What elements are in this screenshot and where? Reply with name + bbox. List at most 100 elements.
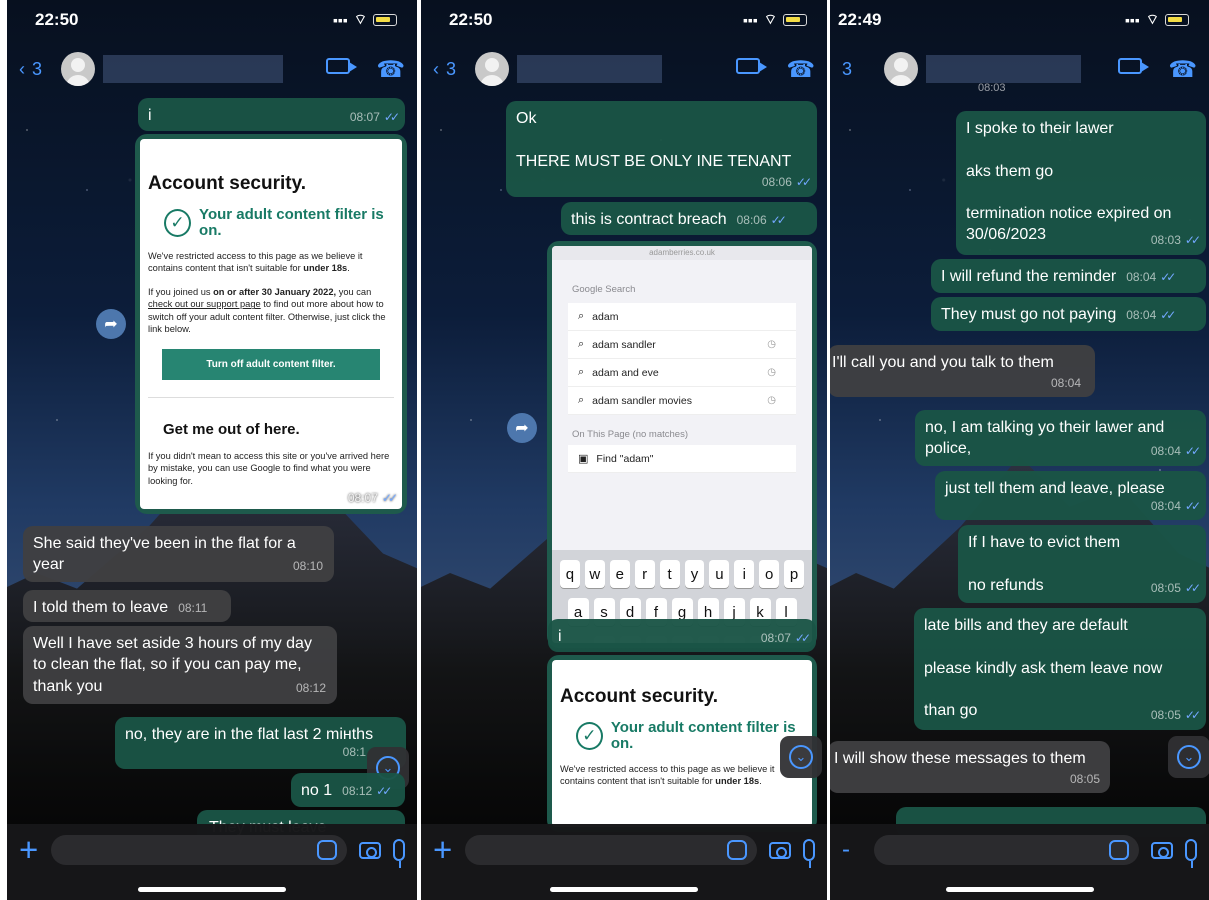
screenshot-message[interactable]: Account security. ✓ Your adult content fil…	[135, 134, 407, 514]
status-bar: 22:49 ▪▪▪ ⌔	[830, 0, 1209, 40]
message-bubble-outgoing[interactable]: just tell them and leave, please 08:04 ✓✓	[935, 471, 1206, 520]
support-link[interactable]: check out our support page	[148, 299, 261, 309]
message-bubble-incoming[interactable]: She said they've been in the flat for a …	[23, 526, 334, 582]
keyboard-key[interactable]: q	[559, 560, 580, 588]
message-text: this is contract breach	[571, 211, 727, 228]
find-on-page-row[interactable]: ▣ Find "adam"	[568, 445, 796, 473]
back-button[interactable]: 3	[842, 59, 884, 80]
keyboard-key[interactable]: y	[684, 560, 705, 588]
home-indicator[interactable]	[550, 887, 698, 892]
read-receipt-icon: ✓✓	[1184, 233, 1201, 248]
message-bubble-outgoing[interactable]: I will refund the reminder 08:04 ✓✓	[931, 259, 1206, 293]
message-bubble-outgoing[interactable]: no, I am talking yo their lawer and poli…	[915, 410, 1206, 466]
suggestion-text: adam sandler	[592, 338, 656, 351]
bold-text: on or after 30 January 2022,	[213, 287, 337, 298]
message-bubble-outgoing[interactable]: i 08:07 ✓✓	[548, 619, 816, 652]
keyboard-key[interactable]: w	[584, 560, 605, 588]
filter-explanation: We've restricted access to this page as …	[148, 250, 394, 275]
suggestion-text: adam and eve	[592, 366, 659, 379]
camera-icon[interactable]	[769, 841, 791, 859]
avatar[interactable]	[61, 52, 95, 86]
microphone-icon[interactable]	[803, 839, 815, 868]
search-suggestion[interactable]: ⌕ adam sandler movies ◷	[568, 387, 796, 415]
microphone-icon[interactable]	[393, 839, 405, 868]
message-list[interactable]: i 08:07 ✓✓ Account security. ✓ Your adult co…	[7, 98, 417, 844]
microphone-icon[interactable]	[1185, 839, 1197, 868]
suggestion-text: adam sandler movies	[592, 394, 692, 407]
scroll-down-button[interactable]: ⌄	[1168, 736, 1209, 778]
search-screenshot-message[interactable]: adamberries.co.uk Google Search ⌕ adam ⌕ adam…	[547, 241, 817, 648]
message-time: 08:04	[1150, 444, 1181, 459]
keyboard-key[interactable]: t	[659, 560, 680, 588]
search-suggestion[interactable]: ⌕ adam sandler ◷	[568, 331, 796, 359]
search-icon: ⌕	[578, 310, 585, 322]
message-time: 08:06	[761, 175, 792, 190]
phone-call-icon[interactable]: ☎	[786, 57, 815, 81]
keyboard-key[interactable]: i	[734, 560, 755, 588]
sticker-icon[interactable]	[317, 840, 337, 860]
keyboard-key[interactable]: u	[709, 560, 730, 588]
message-bubble-outgoing[interactable]: I spoke to their lawer aks them go termina…	[956, 111, 1206, 255]
message-bubble-incoming[interactable]: I told them to leave 08:11	[23, 590, 231, 622]
message-text: I will show these messages to them	[834, 750, 1086, 767]
keyboard-key[interactable]: o	[759, 560, 780, 588]
message-bubble-outgoing[interactable]: They must go not paying 08:04 ✓✓	[931, 297, 1206, 331]
composer-area: +	[421, 824, 827, 900]
video-call-icon[interactable]	[1118, 57, 1150, 74]
back-button[interactable]: ‹ 3	[433, 59, 475, 80]
keyboard-key[interactable]: r	[634, 560, 655, 588]
forward-icon[interactable]: ➦	[507, 413, 537, 443]
message-bubble-outgoing[interactable]: no, they are in the flat last 2 mінths 08…	[115, 717, 406, 769]
keyboard-key[interactable]: e	[609, 560, 630, 588]
camera-icon[interactable]	[359, 841, 381, 859]
message-bubble-incoming[interactable]: I'll call you and you talk to them 08:04	[830, 345, 1095, 397]
unread-count: 3	[446, 58, 457, 79]
phone-call-icon[interactable]: ☎	[1168, 57, 1197, 81]
phone-call-icon[interactable]: ☎	[376, 57, 405, 81]
sticker-icon[interactable]	[727, 840, 747, 860]
message-text: If I have to evict them	[968, 534, 1121, 551]
plus-icon[interactable]: +	[433, 831, 453, 869]
message-bubble-outgoing[interactable]: i 08:07 ✓✓	[138, 98, 405, 131]
wifi-icon: ⌔	[1145, 11, 1159, 27]
sticker-icon[interactable]	[1109, 840, 1129, 860]
plus-icon[interactable]: -	[842, 836, 862, 864]
back-button[interactable]: ‹ 3	[19, 59, 61, 80]
message-bubble-outgoing[interactable]: no 1 08:12 ✓✓	[291, 773, 405, 807]
home-indicator[interactable]	[138, 887, 286, 892]
message-bubble-outgoing[interactable]: this is contract breach 08:06 ✓✓	[561, 202, 817, 235]
camera-icon[interactable]	[1151, 841, 1173, 859]
search-suggestion[interactable]: ⌕ adam	[568, 303, 796, 331]
message-bubble-incoming[interactable]: Well I have set aside 3 hours of my day …	[23, 626, 337, 704]
plus-icon[interactable]: +	[19, 831, 39, 869]
avatar[interactable]	[884, 52, 918, 86]
message-composer: -	[830, 828, 1209, 872]
chat-screen-3: 22:49 ▪▪▪ ⌔ 3 ☎ 08:03 I spoke to their lawe…	[830, 0, 1209, 900]
turn-off-filter-button[interactable]: Turn off adult content filter.	[162, 349, 380, 381]
message-bubble-incoming[interactable]: I will show these messages to them 08:05	[830, 741, 1110, 793]
home-indicator[interactable]	[945, 887, 1094, 892]
search-suggestion[interactable]: ⌕ adam and eve ◷	[568, 359, 796, 387]
search-icon: ⌕	[578, 394, 585, 406]
video-call-icon[interactable]	[326, 57, 358, 74]
read-receipt-icon: ✓✓	[1184, 444, 1201, 459]
message-input[interactable]	[465, 835, 757, 865]
message-bubble-outgoing[interactable]: Ok THERE MUST BE ONLY INE TENANT 08:06 ✓✓	[506, 101, 817, 197]
message-input[interactable]	[51, 835, 347, 865]
status-bar: 22:50 ▪▪▪ ⌔	[7, 0, 417, 40]
status-time: 22:49	[838, 10, 882, 29]
screenshot-message[interactable]: Account security. ✓ Your adult content fil…	[547, 655, 817, 832]
message-input[interactable]	[874, 835, 1139, 865]
scroll-down-button[interactable]: ⌄	[780, 736, 822, 778]
message-bubble-outgoing[interactable]: If I have to evict them no refunds 08:05 ✓✓	[958, 525, 1206, 603]
message-list[interactable]: Ok THERE MUST BE ONLY INE TENANT 08:06 ✓✓ t…	[421, 98, 827, 832]
avatar[interactable]	[475, 52, 509, 86]
message-list[interactable]: 08:03 I spoke to their lawer aks them go t…	[830, 82, 1209, 837]
keyboard-key[interactable]: p	[784, 560, 805, 588]
read-receipt-icon: ✓✓	[381, 491, 398, 505]
media-time: 08:07 ✓✓	[348, 491, 398, 505]
message-time: 08:1	[342, 745, 366, 760]
video-call-icon[interactable]	[736, 57, 768, 74]
message-bubble-outgoing[interactable]: late bills and they are default please ki…	[914, 608, 1206, 730]
forward-icon[interactable]: ➦	[96, 309, 126, 339]
